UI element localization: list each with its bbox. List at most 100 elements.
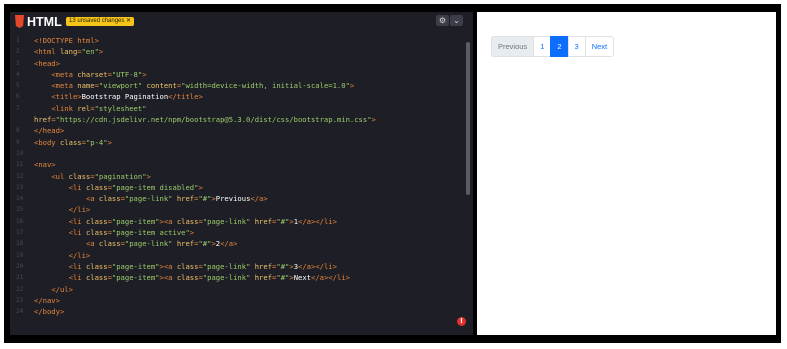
code-token: href xyxy=(34,115,52,125)
code-line[interactable]: 21 <li class="page-item"><a class="page-… xyxy=(10,272,465,283)
page-link-next[interactable]: Next xyxy=(584,36,615,57)
page-link-2[interactable]: 2 xyxy=(550,36,569,57)
code-token: Bootstrap Pagination xyxy=(81,92,169,102)
code-token: class xyxy=(85,228,108,238)
code-line-text: <link rel="stylesheet" xyxy=(34,103,146,114)
code-token: "page-item" xyxy=(111,261,160,271)
code-token: </nav> xyxy=(34,295,60,305)
line-number: 21 xyxy=(16,274,24,282)
code-token: <li xyxy=(68,182,86,192)
code-line-text: <meta name="viewport" content="width=dev… xyxy=(34,80,354,91)
page-link-1[interactable]: 1 xyxy=(533,36,552,57)
code-line[interactable]: 1 <!DOCTYPE html> xyxy=(10,35,465,46)
code-token: <html xyxy=(34,47,60,57)
code-line[interactable]: 9 <body class="p-4"> xyxy=(10,137,465,148)
code-token: Previous xyxy=(215,194,251,204)
page-link-3[interactable]: 3 xyxy=(567,36,586,57)
code-token: > xyxy=(107,137,112,147)
line-number: 12 xyxy=(16,172,24,180)
page-item-next: Next xyxy=(584,36,615,57)
code-line[interactable]: href="https://cdn.jsdelivr.net/npm/boots… xyxy=(10,114,465,125)
code-line[interactable]: 13 <li class="page-item disabled"> xyxy=(10,182,465,193)
line-number: 23 xyxy=(16,296,24,304)
code-token: "page-item" xyxy=(111,273,160,283)
code-token: rel xyxy=(77,103,91,113)
chevron-down-icon[interactable]: ⌄ xyxy=(450,15,463,26)
code-line[interactable]: 7 <link rel="stylesheet" xyxy=(10,103,465,114)
code-line[interactable]: 24 </body> xyxy=(10,306,465,317)
code-token: <title> xyxy=(51,92,82,102)
code-token: > xyxy=(98,47,104,57)
code-token: > xyxy=(189,228,195,238)
page-item-1: 1 xyxy=(533,36,552,57)
app-frame: HTML 13 unsaved changes ✕ ⚙ ⌄ 1 <!DOCTYPE… xyxy=(4,4,781,343)
code-token: <li xyxy=(68,273,86,283)
code-token: class xyxy=(98,194,121,204)
code-token: </a> xyxy=(220,239,238,249)
editor-language-title: HTML xyxy=(27,15,62,29)
code-token: </head> xyxy=(34,126,65,136)
line-number: 24 xyxy=(16,308,24,316)
code-token: > xyxy=(146,171,151,181)
code-line-text: </li> xyxy=(34,250,91,261)
code-token: "page-item disabled" xyxy=(111,182,199,192)
code-line[interactable]: 17 <li class="page-item active"> xyxy=(10,227,465,238)
code-token: content xyxy=(146,81,177,91)
code-area[interactable]: 1 <!DOCTYPE html> 2 <html lang="en"> 3 <head>… xyxy=(10,35,465,317)
code-line[interactable]: 23 </nav> xyxy=(10,295,465,306)
code-line[interactable]: 19 </li> xyxy=(10,250,465,261)
code-token: "#" xyxy=(276,273,290,283)
code-line[interactable]: 3 <head> xyxy=(10,58,465,69)
code-line[interactable]: 4 <meta charset="UTF-8"> xyxy=(10,69,465,80)
code-line-text: <head> xyxy=(34,58,60,69)
code-token: href xyxy=(176,239,195,249)
code-token: <li xyxy=(68,261,86,271)
code-token: ><a xyxy=(159,273,177,283)
code-token: "page-link" xyxy=(202,261,251,271)
code-line[interactable]: 6 <title>Bootstrap Pagination</title> xyxy=(10,91,465,102)
code-token: <link xyxy=(51,103,78,113)
code-line[interactable]: 20 <li class="page-item"><a class="page-… xyxy=(10,261,465,272)
error-icon[interactable]: ! xyxy=(457,317,466,326)
code-token: href xyxy=(254,273,273,283)
gear-icon[interactable]: ⚙ xyxy=(436,15,449,26)
code-token: </body> xyxy=(34,307,65,317)
code-token: "#" xyxy=(198,194,212,204)
code-token: class xyxy=(85,216,108,226)
code-line[interactable]: 16 <li class="page-item"><a class="page-… xyxy=(10,216,465,227)
code-line[interactable]: 10 xyxy=(10,148,465,159)
code-line[interactable]: 8 </head> xyxy=(10,125,465,136)
line-number: 8 xyxy=(16,127,20,135)
preview-panel: Previous 1 2 3 Next xyxy=(477,12,776,335)
code-token: class xyxy=(85,273,108,283)
code-line[interactable]: 12 <ul class="pagination"> xyxy=(10,171,465,182)
unsaved-changes-badge[interactable]: 13 unsaved changes ✕ xyxy=(66,17,135,26)
code-line-text: <li class="page-item"><a class="page-lin… xyxy=(34,261,337,272)
code-line[interactable]: 14 <a class="page-link" href="#">Previou… xyxy=(10,193,465,204)
code-line[interactable]: 18 <a class="page-link" href="#">2</a> xyxy=(10,238,465,249)
code-line-text: <li class="page-item"><a class="page-lin… xyxy=(34,272,350,283)
code-token: > xyxy=(349,81,355,91)
code-line[interactable]: 5 <meta name="viewport" content="width=d… xyxy=(10,80,465,91)
code-line-text: <li class="page-item active"> xyxy=(34,227,195,238)
editor-header-actions: ⚙ ⌄ xyxy=(436,15,463,26)
code-token: ><a xyxy=(159,216,177,226)
line-number: 7 xyxy=(16,104,20,112)
code-token: href xyxy=(254,261,273,271)
code-line[interactable]: 22 </ul> xyxy=(10,284,465,295)
code-token: <nav> xyxy=(34,160,56,170)
line-number: 16 xyxy=(16,217,24,225)
code-line[interactable]: 2 <html lang="en"> xyxy=(10,46,465,57)
code-token: class xyxy=(85,182,108,192)
code-line[interactable]: 15 </li> xyxy=(10,204,465,215)
code-line-text: </head> xyxy=(34,125,64,136)
page-item-previous: Previous xyxy=(491,36,535,57)
code-line[interactable]: 11 <nav> xyxy=(10,159,465,170)
editor-scrollbar[interactable] xyxy=(466,42,470,195)
